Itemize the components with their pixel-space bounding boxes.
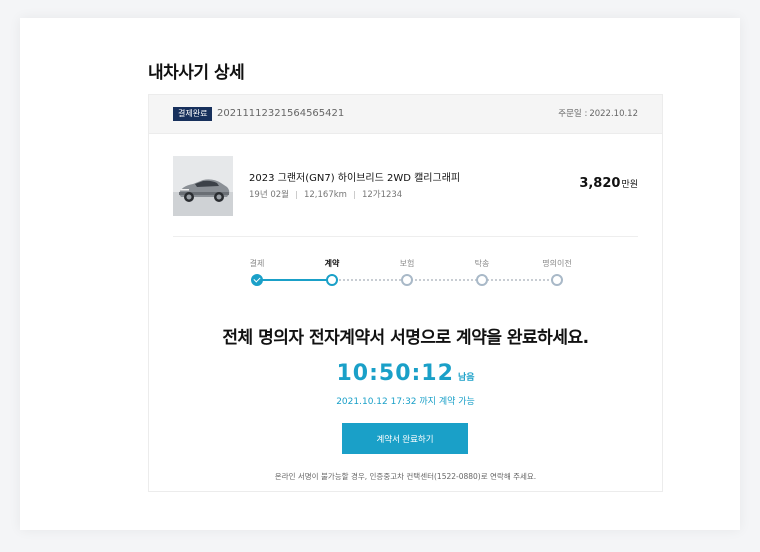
contract-headline: 전체 명의자 전자계약서 서명으로 계약을 완료하세요.	[222, 328, 589, 348]
meta-divider	[353, 190, 355, 199]
timer-value: 10:50:12	[336, 361, 454, 386]
car-name: 2023 그랜저(GN7) 하이브리드 2WD 캘리그래피	[249, 173, 461, 184]
order-number: 20211112321564565421	[217, 108, 345, 119]
status-badge: 결제완료	[173, 107, 213, 121]
order-header: 결제완료 20211112321564565421 주문일 :2022.10.1…	[149, 95, 662, 134]
price-value: 3,820	[579, 176, 621, 191]
order-date: 주문일 :2022.10.12	[558, 107, 638, 121]
step-dot-contract	[326, 274, 338, 286]
car-plate: 12가1234	[361, 190, 403, 200]
timer-suffix: 남음	[457, 373, 475, 383]
car-mileage: 12,167km	[303, 190, 347, 200]
car-summary: 2023 그랜저(GN7) 하이브리드 2WD 캘리그래피 19년 02월 12,…	[173, 134, 638, 237]
countdown-timer: 10:50:12 남음	[149, 361, 662, 386]
step-label-payment: 결제	[249, 259, 265, 268]
step-dot-insurance	[401, 274, 413, 286]
car-thumbnail[interactable]	[173, 156, 233, 216]
step-label-delivery: 탁송	[474, 259, 490, 268]
car-price: 3,820만원	[579, 176, 638, 191]
order-date-value: 2022.10.12	[589, 109, 638, 119]
contract-deadline: 2021.10.12 17:32 까지 계약 가능	[336, 397, 475, 407]
progress-track-complete	[257, 279, 332, 281]
car-image-icon	[173, 156, 233, 216]
car-meta: 19년 02월 12,167km 12가1234	[249, 188, 402, 200]
complete-contract-button[interactable]: 계약서 완료하기	[342, 423, 468, 454]
page-title: 내차사기 상세	[148, 63, 245, 83]
meta-divider	[295, 190, 297, 199]
contact-notice: 온라인 서명이 불가능할 경우, 인증중고차 컨택센터(1522-0880)로 …	[274, 472, 537, 481]
step-dot-delivery	[476, 274, 488, 286]
order-card: 결제완료 20211112321564565421 주문일 :2022.10.1…	[148, 94, 663, 492]
step-label-insurance: 보험	[399, 259, 415, 268]
step-label-transfer: 명의이전	[542, 259, 572, 268]
car-year: 19년 02월	[249, 190, 289, 200]
check-icon	[251, 274, 263, 286]
page-container: 내차사기 상세 결제완료 20211112321564565421 주문일 :2…	[20, 18, 740, 530]
step-label-contract: 계약	[324, 259, 340, 268]
order-date-label: 주문일 :	[558, 109, 588, 119]
step-dot-transfer	[551, 274, 563, 286]
progress-steps: 결제 계약 보험 탁송 명의이전	[229, 253, 572, 293]
price-unit: 만원	[621, 180, 638, 190]
progress-track-pending	[332, 279, 557, 281]
